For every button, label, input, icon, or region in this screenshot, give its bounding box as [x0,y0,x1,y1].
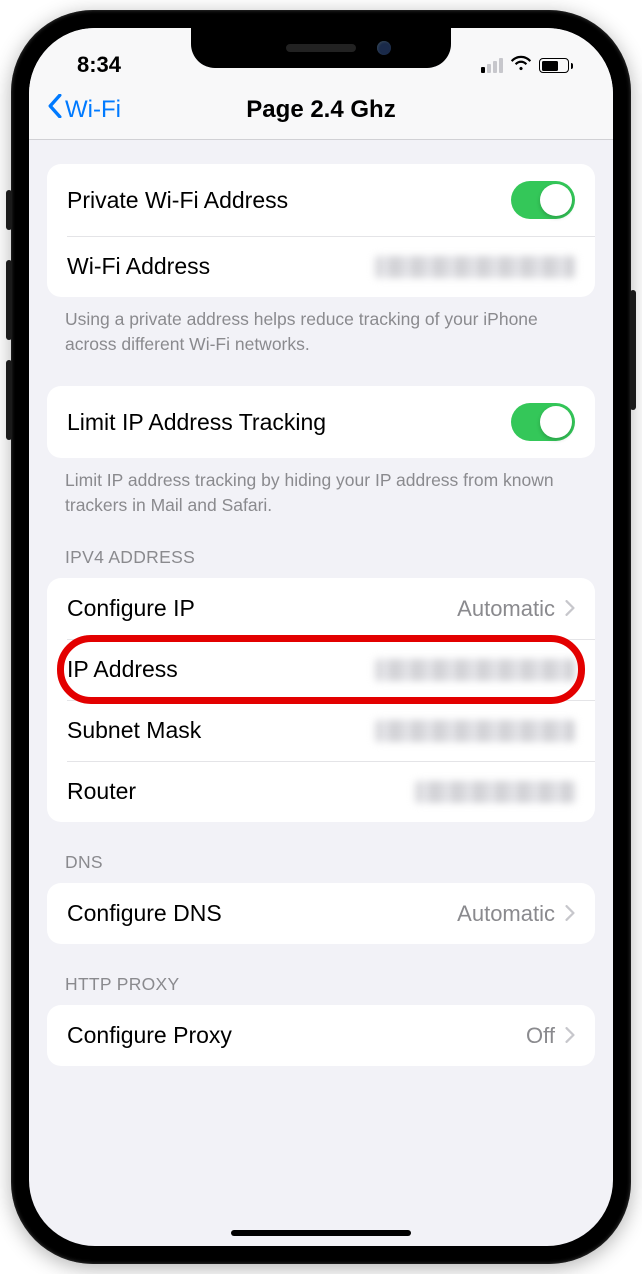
row-subnet-mask: Subnet Mask [47,700,595,761]
status-time: 8:34 [63,52,121,80]
group-footer: Using a private address helps reduce tra… [47,297,595,356]
row-private-wifi[interactable]: Private Wi-Fi Address [47,164,595,236]
group-footer: Limit IP address tracking by hiding your… [47,458,595,517]
chevron-left-icon [47,94,63,125]
power-button [630,290,636,410]
cellular-icon [481,58,503,73]
chevron-right-icon [565,901,575,927]
value: Off [526,1023,575,1049]
group-dns: DNS Configure DNS Automatic [47,852,595,944]
row-router: Router [47,761,595,822]
card: Private Wi-Fi Address Wi-Fi Address [47,164,595,297]
row-configure-dns[interactable]: Configure DNS Automatic [47,883,595,944]
value-text: Off [526,1023,555,1049]
silence-switch [6,190,12,230]
row-limit-tracking[interactable]: Limit IP Address Tracking [47,386,595,458]
group-private-address: Private Wi-Fi Address Wi-Fi Address Usin… [47,164,595,356]
group-http-proxy: HTTP PROXY Configure Proxy Off [47,974,595,1066]
label: Limit IP Address Tracking [67,409,326,436]
toggle-on-icon[interactable] [511,181,575,219]
toggle-on-icon[interactable] [511,403,575,441]
value-text: Automatic [457,596,555,622]
battery-icon [539,58,573,73]
volume-up-button [6,260,12,340]
wifi-icon [510,55,532,76]
card: Configure IP Automatic IP Address [47,578,595,822]
nav-bar: Wi-Fi Page 2.4 Ghz [29,82,613,140]
row-configure-proxy[interactable]: Configure Proxy Off [47,1005,595,1066]
redacted-value [375,256,575,278]
card: Configure DNS Automatic [47,883,595,944]
chevron-right-icon [565,596,575,622]
row-wifi-address: Wi-Fi Address [47,236,595,297]
value: Automatic [457,901,575,927]
label: Configure DNS [67,900,222,927]
label: IP Address [67,656,178,683]
label: Wi-Fi Address [67,253,210,280]
content-scroll[interactable]: Private Wi-Fi Address Wi-Fi Address Usin… [29,140,613,1246]
label: Configure IP [67,595,195,622]
status-indicators [481,55,579,80]
value-text: Automatic [457,901,555,927]
redacted-value [375,720,575,742]
label: Router [67,778,136,805]
card: Configure Proxy Off [47,1005,595,1066]
redacted-value [375,659,575,681]
group-ipv4: IPV4 ADDRESS Configure IP Automatic [47,547,595,822]
back-button[interactable]: Wi-Fi [47,94,121,125]
group-limit-tracking: Limit IP Address Tracking Limit IP addre… [47,386,595,517]
group-header: HTTP PROXY [47,974,595,1005]
row-ip-address: IP Address [47,639,595,700]
group-header: DNS [47,852,595,883]
volume-down-button [6,360,12,440]
front-camera [377,41,391,55]
card: Limit IP Address Tracking [47,386,595,458]
label: Private Wi-Fi Address [67,187,288,214]
screen: 8:34 Wi-Fi Page 2.4 [29,28,613,1246]
chevron-right-icon [565,1023,575,1049]
value: Automatic [457,596,575,622]
row-configure-ip[interactable]: Configure IP Automatic [47,578,595,639]
back-label: Wi-Fi [65,96,121,124]
label: Configure Proxy [67,1022,232,1049]
redacted-value [415,781,575,803]
speaker-grille [286,44,356,52]
notch [191,28,451,68]
label: Subnet Mask [67,717,201,744]
home-indicator[interactable] [231,1230,411,1236]
phone-frame: 8:34 Wi-Fi Page 2.4 [11,10,631,1264]
group-header: IPV4 ADDRESS [47,547,595,578]
